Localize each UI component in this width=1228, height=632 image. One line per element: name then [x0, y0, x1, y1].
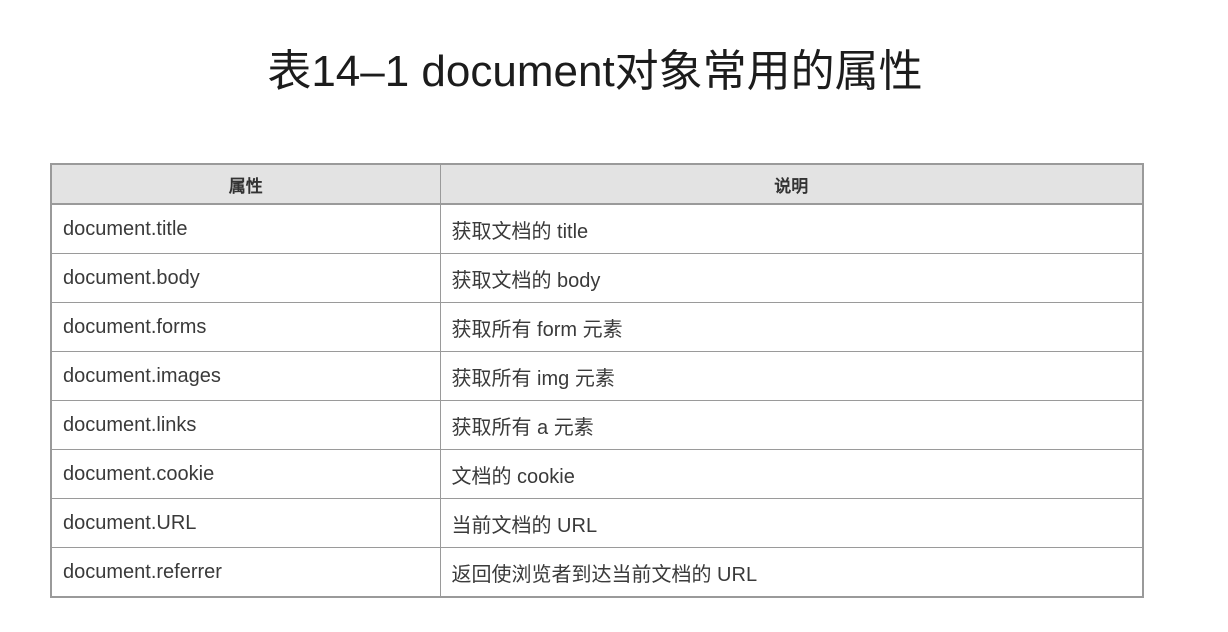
property-cell: document.links [50, 400, 441, 450]
table-row: document.images 获取所有 img 元素 [50, 351, 1144, 401]
property-cell: document.title [50, 203, 441, 254]
description-cell: 获取文档的 body [439, 253, 1144, 303]
property-cell: document.body [50, 253, 441, 303]
table-row: document.forms 获取所有 form 元素 [50, 302, 1144, 352]
table-header-row: 属性 说明 [50, 163, 1144, 205]
table-row: document.body 获取文档的 body [50, 253, 1144, 303]
description-cell: 获取所有 form 元素 [439, 302, 1144, 352]
table-row: document.referrer 返回使浏览者到达当前文档的 URL [50, 547, 1144, 598]
description-cell: 获取文档的 title [439, 203, 1144, 254]
table-row: document.links 获取所有 a 元素 [50, 400, 1144, 450]
property-cell: document.images [50, 351, 441, 401]
page-title: 表14–1 document对象常用的属性 [267, 47, 923, 96]
description-cell: 获取所有 a 元素 [439, 400, 1144, 450]
table-row: document.URL 当前文档的 URL [50, 498, 1144, 548]
table-row: document.cookie 文档的 cookie [50, 449, 1144, 499]
property-cell: document.cookie [50, 449, 441, 499]
column-header-property: 属性 [50, 163, 441, 205]
table-row: document.title 获取文档的 title [50, 203, 1144, 254]
property-cell: document.referrer [50, 547, 441, 598]
description-cell: 返回使浏览者到达当前文档的 URL [439, 547, 1144, 598]
description-cell: 当前文档的 URL [439, 498, 1144, 548]
column-header-description: 说明 [439, 163, 1144, 205]
properties-table: 属性 说明 document.title 获取文档的 title documen… [50, 163, 1144, 598]
description-cell: 获取所有 img 元素 [439, 351, 1144, 401]
description-cell: 文档的 cookie [439, 449, 1144, 499]
property-cell: document.forms [50, 302, 441, 352]
property-cell: document.URL [50, 498, 441, 548]
